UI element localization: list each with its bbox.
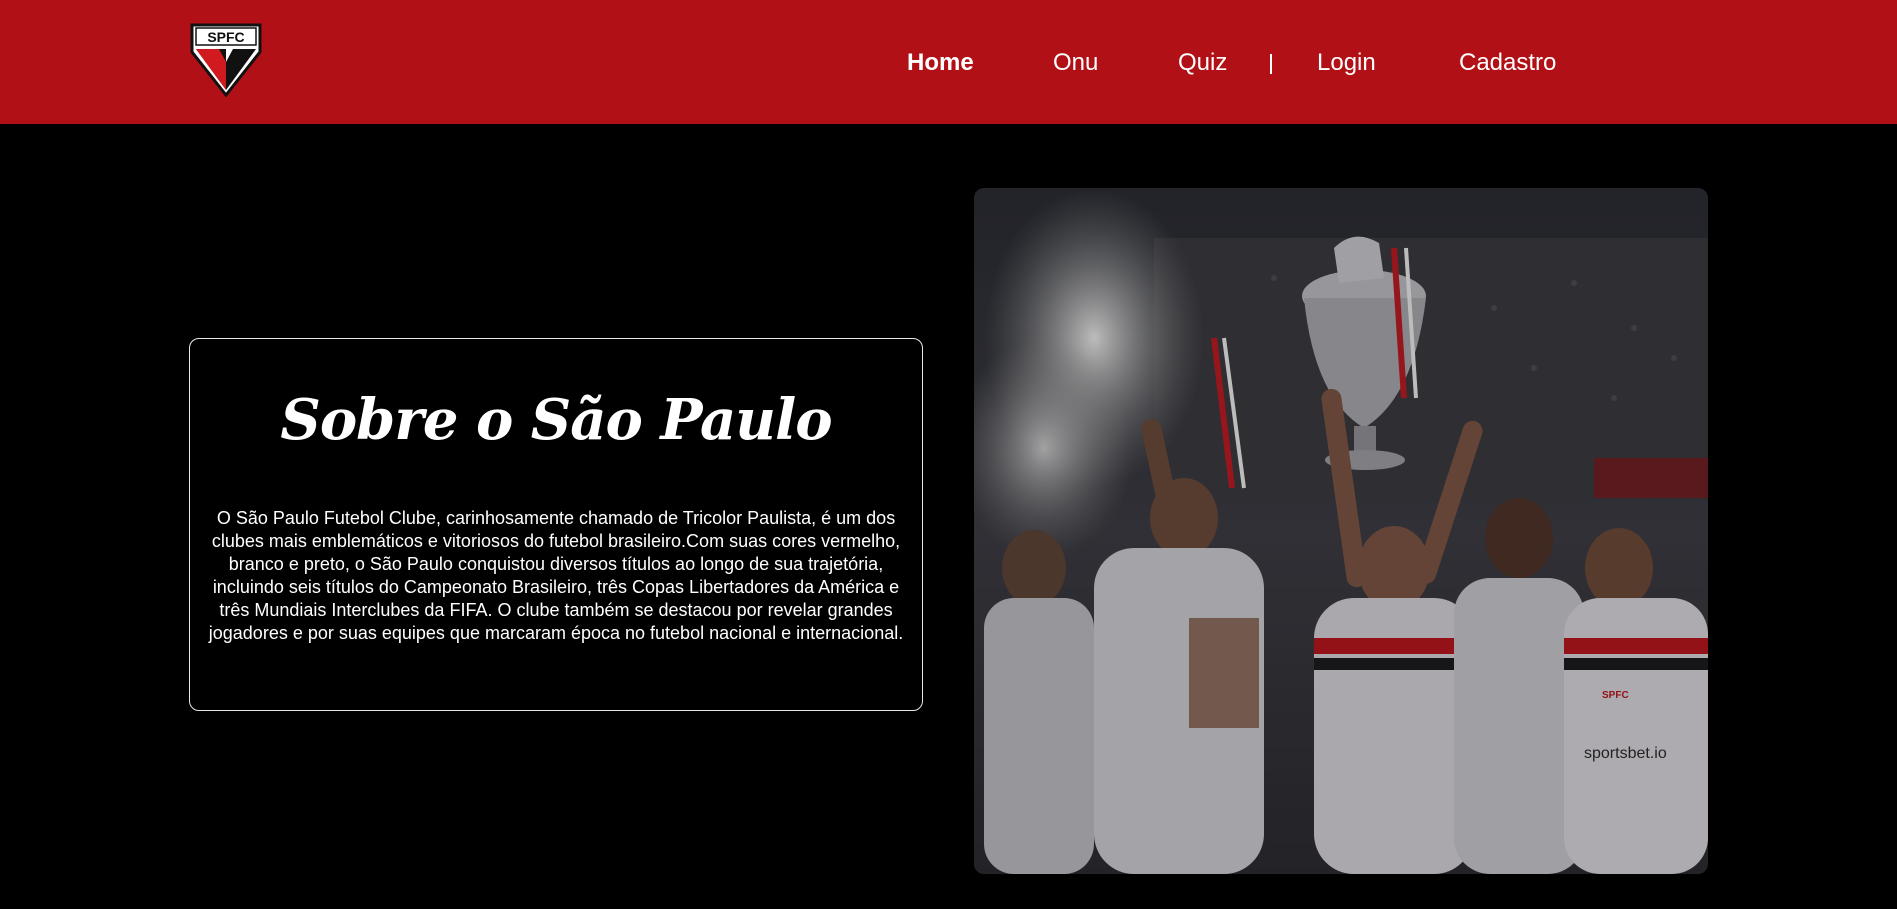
nav-separator — [1270, 54, 1272, 74]
nav-home-link[interactable]: Home — [907, 48, 974, 78]
about-description: O São Paulo Futebol Clube, carinhosament… — [208, 508, 904, 643]
nav-quiz-link[interactable]: Quiz — [1178, 48, 1227, 78]
team-celebration-photo: sportsbet.io SPFC — [974, 188, 1708, 874]
top-navbar: SPFC Home Onu Quiz Login Cadastro — [0, 0, 1897, 124]
nav-login-link[interactable]: Login — [1317, 48, 1376, 78]
nav-onu-link[interactable]: Onu — [1053, 48, 1098, 78]
nav-cadastro-link[interactable]: Cadastro — [1459, 48, 1556, 78]
celebration-illustration: sportsbet.io SPFC — [974, 188, 1708, 874]
main-nav: Home Onu Quiz Login Cadastro — [0, 0, 1897, 124]
about-title: Sobre o São Paulo — [280, 387, 832, 453]
about-card: Sobre o São Paulo O São Paulo Futebol Cl… — [189, 338, 923, 711]
